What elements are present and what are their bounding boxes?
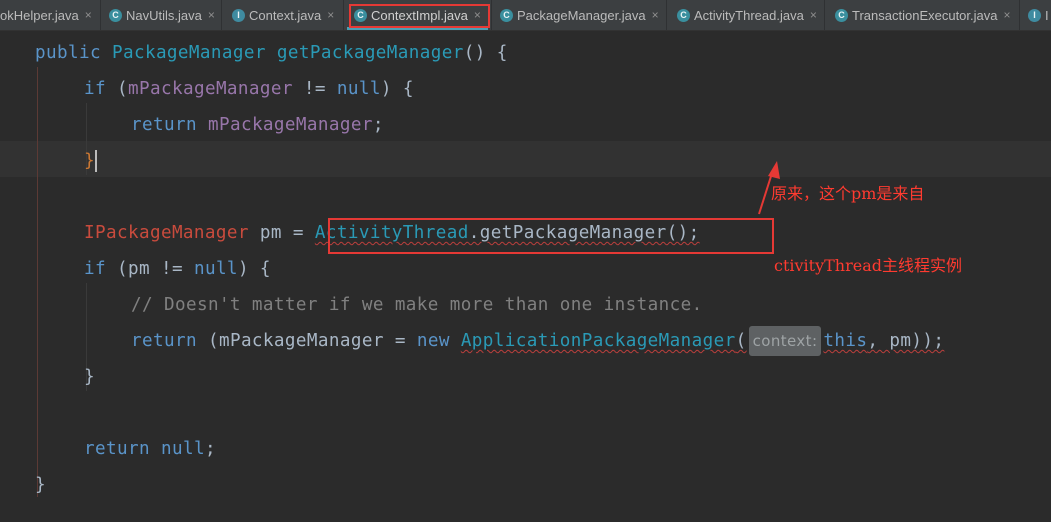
annotation-text: 原来，这个pm是来自 ctivityThread主线程实例 bbox=[771, 134, 962, 302]
annotation-line-1: 原来，这个pm是来自 bbox=[771, 184, 925, 203]
annotation-line-2: ctivityThread主线程实例 bbox=[774, 256, 963, 275]
